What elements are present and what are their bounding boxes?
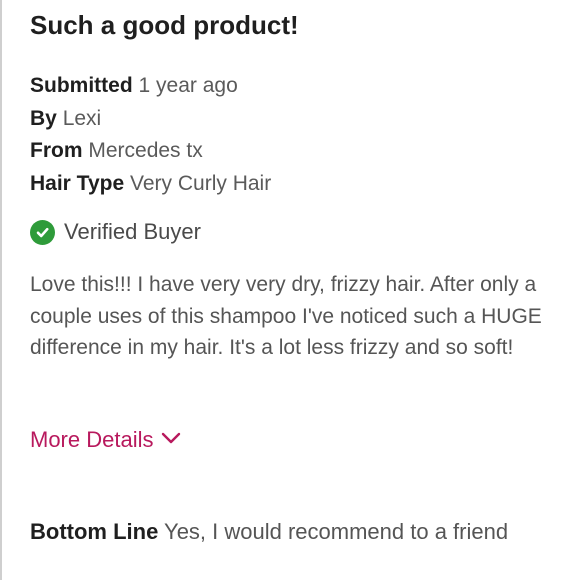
check-circle-icon xyxy=(30,219,55,245)
hair-type-label: Hair Type xyxy=(30,172,125,195)
chevron-down-icon xyxy=(161,432,181,450)
location-row: From Mercedes tx xyxy=(30,138,203,164)
bottom-line-value: Yes, I would recommend to a friend xyxy=(164,519,509,544)
hair-type-value: Very Curly Hair xyxy=(130,172,272,195)
bottom-line-label: Bottom Line xyxy=(30,519,159,544)
left-border xyxy=(0,0,2,580)
bottom-line-row: Bottom Line Yes, I would recommend to a … xyxy=(30,519,508,545)
review-body: Love this!!! I have very very dry, frizz… xyxy=(30,273,542,359)
author-value: Lexi xyxy=(62,107,102,130)
author-label: By xyxy=(30,107,57,130)
submitted-label: Submitted xyxy=(30,74,133,97)
review-title: Such a good product! xyxy=(30,10,299,40)
location-value: Mercedes tx xyxy=(88,139,203,162)
author-row: By Lexi xyxy=(30,106,101,132)
hair-type-row: Hair Type Very Curly Hair xyxy=(30,171,271,197)
submitted-row: Submitted 1 year ago xyxy=(30,73,238,99)
more-details-link[interactable]: More Details xyxy=(30,427,181,453)
more-details-label: More Details xyxy=(30,427,154,452)
verified-buyer-badge: Verified Buyer xyxy=(30,219,201,245)
verified-buyer-label: Verified Buyer xyxy=(64,219,201,244)
submitted-value: 1 year ago xyxy=(138,74,238,97)
location-label: From xyxy=(30,139,83,162)
